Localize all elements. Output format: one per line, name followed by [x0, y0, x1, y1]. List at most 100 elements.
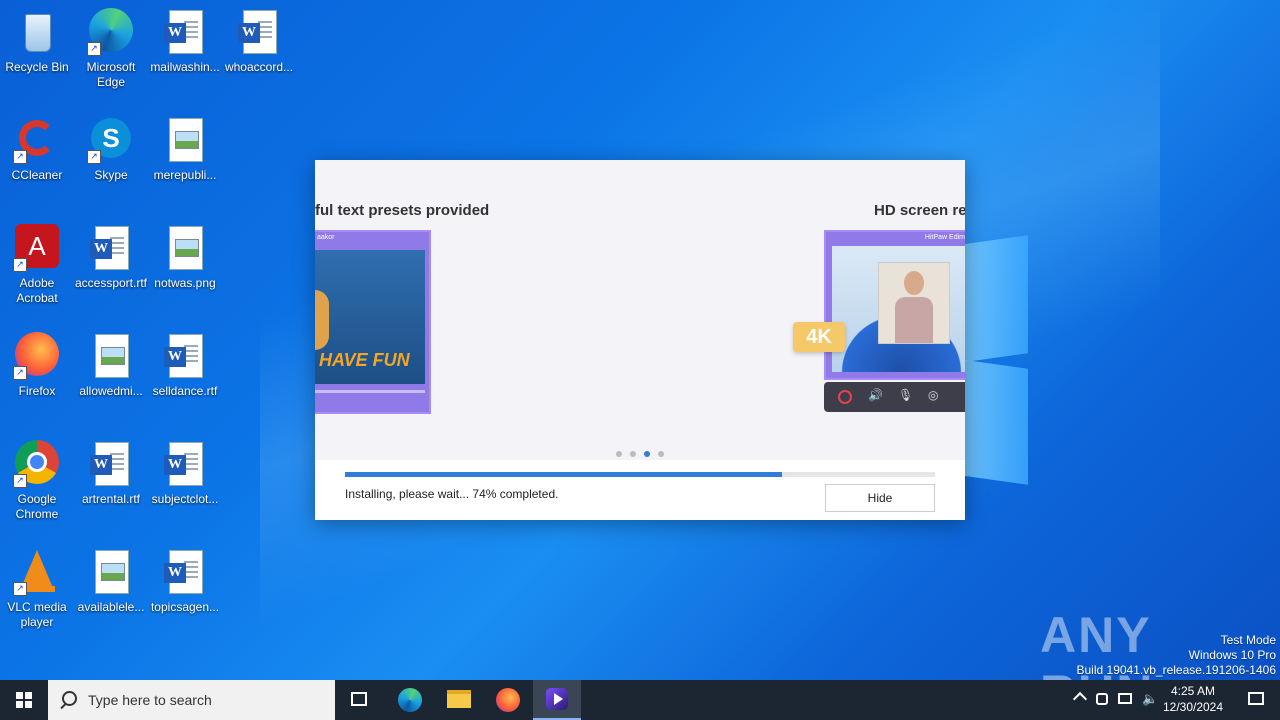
action-center-button[interactable] [1232, 680, 1280, 720]
preview-text-overlay: Have Fun [319, 350, 410, 370]
taskbar-edge[interactable] [386, 680, 434, 720]
watermark-edition: Windows 10 Pro [1188, 648, 1276, 662]
desktop-icon-merepubli[interactable]: merepubli... [148, 116, 222, 183]
word-doc-icon: W [161, 548, 209, 596]
image-file-icon [87, 332, 135, 380]
desktop-icon-label: topicsagen... [150, 600, 220, 614]
start-button[interactable] [0, 680, 48, 720]
desktop-icon-label: allowedmi... [79, 384, 143, 398]
hitpaw-icon [546, 688, 568, 710]
install-status-text: Installing, please wait... 74% completed… [345, 487, 559, 501]
desktop-icon-availablele[interactable]: availablele... [74, 548, 148, 615]
desktop-icon-notwas[interactable]: notwas.png [148, 224, 222, 291]
windows-logo-wallpaper [960, 235, 1030, 485]
desktop-icon-selldance[interactable]: W selldance.rtf [148, 332, 222, 399]
word-doc-icon: W [161, 332, 209, 380]
hide-button[interactable]: Hide [825, 484, 935, 512]
desktop-icon-label: selldance.rtf [152, 384, 218, 398]
preview-app-caption: aakor [317, 234, 335, 241]
chevron-up-icon[interactable] [1072, 691, 1088, 707]
desktop-icon-mailwashin[interactable]: W mailwashin... [148, 8, 222, 75]
desktop-icon-accessport[interactable]: W accessport.rtf [74, 224, 148, 291]
image-file-icon [87, 548, 135, 596]
desktop-icon-skype[interactable]: S ↗ Skype [74, 116, 148, 183]
desktop-icon-adobe-acrobat[interactable]: A ↗ Adobe Acrobat [0, 224, 74, 306]
search-placeholder: Type here to search [88, 692, 212, 708]
carousel-dot-active[interactable] [644, 451, 650, 457]
desktop-icon-label: accessport.rtf [74, 276, 148, 290]
desktop-icon-label: Microsoft Edge [86, 60, 136, 89]
word-doc-icon: W [161, 8, 209, 56]
desktop-icon-label: whoaccord... [224, 60, 294, 74]
image-file-icon [161, 116, 209, 164]
desktop-icon-label: mailwashin... [150, 60, 220, 74]
network-icon[interactable] [1118, 693, 1132, 704]
desktop-icon-label: Google Chrome [15, 492, 59, 521]
slide-preview-left: aakor Have Fun [315, 230, 431, 414]
desktop-icon-label: subjectclot... [151, 492, 219, 506]
desktop-icon-firefox[interactable]: ↗ Firefox [0, 332, 74, 399]
chrome-icon: ↗ [13, 440, 61, 488]
taskbar-clock[interactable]: 4:25 AM 12/30/2024 [1160, 683, 1226, 715]
preview-video-frame: Have Fun [315, 250, 425, 384]
system-tray: 🔈 [1070, 680, 1160, 720]
taskbar-firefox[interactable] [484, 680, 532, 720]
windows-build-watermark: Test Mode Windows 10 Pro Build 19041.vb_… [1077, 633, 1277, 678]
desktop-icon-label: artrental.rtf [81, 492, 141, 506]
vlc-icon: ↗ [13, 548, 61, 596]
desktop-icon-artrental[interactable]: W artrental.rtf [74, 440, 148, 507]
desktop-icon-allowedmi[interactable]: allowedmi... [74, 332, 148, 399]
taskbar-search-box[interactable]: Type here to search [48, 680, 335, 720]
skype-icon: S ↗ [87, 116, 135, 164]
desktop-icon-microsoft-edge[interactable]: ↗ Microsoft Edge [74, 8, 148, 90]
preview-video-frame [832, 246, 965, 372]
image-file-icon [161, 224, 209, 272]
edge-icon [398, 688, 422, 712]
edge-icon: ↗ [87, 8, 135, 56]
tray-app-icon[interactable] [1096, 693, 1108, 705]
desktop-icon-topicsagen[interactable]: W topicsagen... [148, 548, 222, 615]
desktop-icon-label: VLC media player [7, 600, 67, 629]
installer-footer: Installing, please wait... 74% completed… [315, 460, 965, 520]
desktop-icon-ccleaner[interactable]: ↗ CCleaner [0, 116, 74, 183]
taskbar-hitpaw[interactable] [533, 680, 581, 720]
carousel-dot[interactable] [616, 451, 622, 457]
speaker-icon: 🔊 [868, 388, 883, 402]
word-doc-icon: W [87, 440, 135, 488]
word-doc-icon: W [161, 440, 209, 488]
firefox-icon [496, 688, 520, 712]
slide-title-right: HD screen re [874, 202, 965, 219]
taskbar: Type here to search 🔈 4:25 AM 12/30/2024 [0, 680, 1280, 720]
task-view-button[interactable] [336, 680, 384, 720]
desktop-icon-subjectclot[interactable]: W subjectclot... [148, 440, 222, 507]
preview-person-photo [878, 262, 950, 344]
badge-4k: 4K [793, 322, 845, 352]
file-explorer-icon [447, 690, 471, 708]
acrobat-icon: A ↗ [13, 224, 61, 272]
desktop-icon-label: notwas.png [154, 276, 216, 290]
desktop-icon-label: Recycle Bin [5, 60, 69, 74]
ccleaner-icon: ↗ [13, 116, 61, 164]
task-view-icon [351, 692, 367, 706]
microphone-icon: 🎙 [898, 388, 914, 402]
preview-app-caption: HitPaw Edim [924, 234, 965, 241]
search-icon-handle [60, 702, 67, 710]
install-progress-bar [345, 472, 935, 477]
carousel-dot[interactable] [630, 451, 636, 457]
carousel-dot[interactable] [658, 451, 664, 457]
desktop-icon-vlc[interactable]: ↗ VLC media player [0, 548, 74, 630]
desktop-icon-whoaccord[interactable]: W whoaccord... [222, 8, 296, 75]
clock-date: 12/30/2024 [1162, 700, 1224, 714]
slide-preview-right: HitPaw Edim [824, 230, 965, 380]
volume-icon[interactable]: 🔈 [1142, 691, 1158, 707]
desktop-icon-recycle-bin[interactable]: Recycle Bin [0, 8, 74, 75]
notification-icon [1248, 692, 1264, 705]
watermark-test-mode: Test Mode [1220, 633, 1276, 647]
desktop-icon-google-chrome[interactable]: ↗ Google Chrome [0, 440, 74, 522]
recycle-bin-icon [13, 8, 61, 56]
firefox-icon: ↗ [13, 332, 61, 380]
clock-time: 4:25 AM [1170, 684, 1216, 698]
word-doc-icon: W [87, 224, 135, 272]
taskbar-file-explorer[interactable] [435, 680, 483, 720]
desktop-icon-label: Firefox [18, 384, 56, 398]
